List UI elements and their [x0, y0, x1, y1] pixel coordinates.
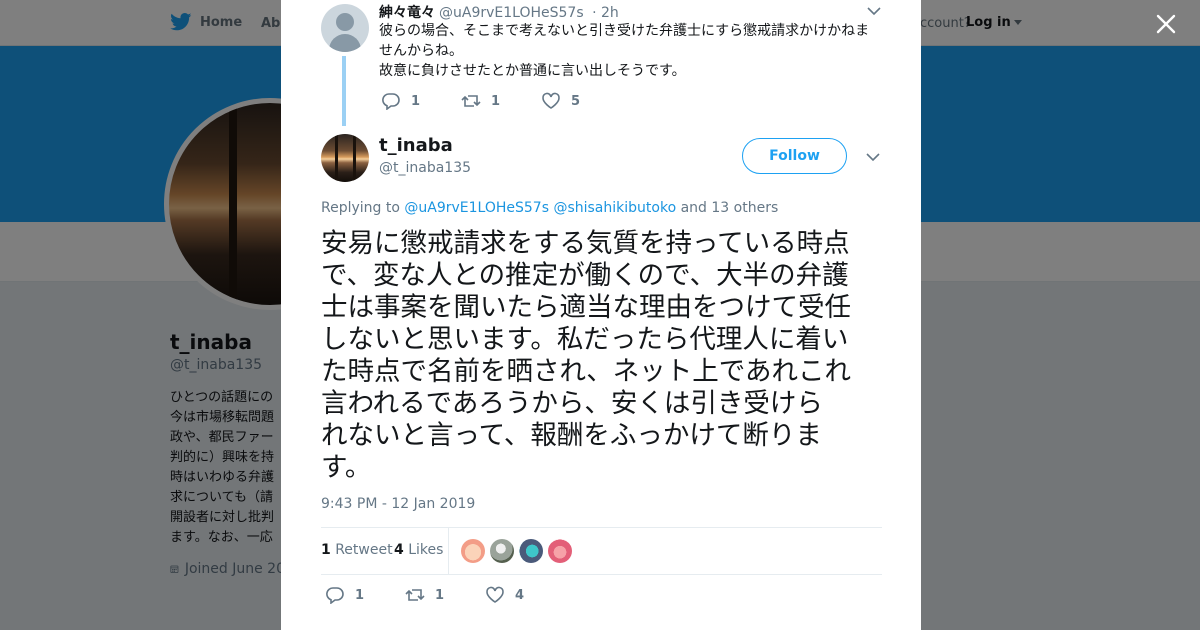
text-line: 彼らの場合、そこまで考えないと引き受けた弁護士にすら懲戒請求かけかねま [379, 23, 870, 39]
tweet-text: 安易に懲戒請求をする気質を持っている時点 で、変な人との推定が働くので、大半の弁… [321, 228, 886, 484]
retweet-stat-count: 1 [321, 542, 331, 558]
replying-others[interactable]: and 13 others [681, 200, 779, 216]
reply-button[interactable]: 1 [325, 586, 405, 604]
likes-stat-label: Likes [408, 542, 444, 558]
parent-tweet-text: 彼らの場合、そこまで考えないと引き受けた弁護士にすら懲戒請求かけかねま せんから… [379, 21, 879, 81]
heart-icon [486, 586, 504, 603]
author-name[interactable]: t_inaba [379, 135, 453, 156]
parent-author-handle[interactable]: @uA9rvE1LOHeS57s [439, 5, 584, 21]
liker-avatar[interactable] [461, 539, 485, 563]
text-line: 安易に懲戒請求をする気質を持っている時点 [321, 228, 850, 259]
liker-avatar[interactable] [490, 539, 514, 563]
stats-divider [448, 528, 449, 574]
text-line: しないと思います。私だったら代理人に着い [321, 324, 849, 355]
reply-mention-link[interactable]: @shisahikibutoko [553, 200, 676, 216]
reply-icon [326, 587, 344, 604]
liker-avatar[interactable] [519, 539, 543, 563]
close-icon[interactable] [1154, 12, 1178, 36]
text-line: せんからね。 [379, 43, 463, 59]
thread-connector-line [342, 56, 346, 126]
chevron-down-icon[interactable] [866, 152, 880, 162]
author-handle[interactable]: @t_inaba135 [379, 160, 471, 176]
parent-tweet-actions: 1 1 5 [381, 92, 621, 110]
parent-tweet-time[interactable]: · 2h [592, 5, 619, 21]
tweet-modal: 紳々竜々 @uA9rvE1LOHeS57s · 2h 彼らの場合、そこまで考えない… [281, 0, 921, 630]
avatar-body-shape [329, 34, 361, 52]
replying-prefix: Replying to [321, 200, 400, 216]
parent-tweet-header: 紳々竜々 @uA9rvE1LOHeS57s · 2h [379, 2, 619, 22]
retweet-stat-label: Retweet [335, 542, 393, 558]
text-line: れないと言って、報酬をふっかけて断りま [321, 420, 822, 451]
retweet-stat[interactable]: 1 Retweet [321, 542, 393, 558]
tweet-stats: 1 Retweet 4 Likes [321, 527, 882, 575]
like-count: 4 [515, 587, 525, 603]
avatar-post-shape [335, 134, 338, 182]
retweet-button[interactable]: 1 [461, 92, 541, 110]
text-line: す。 [321, 452, 372, 483]
chevron-down-icon[interactable] [867, 6, 881, 16]
liker-avatars [461, 539, 572, 563]
avatar-post-shape [353, 134, 356, 182]
like-button[interactable]: 4 [485, 586, 565, 604]
reply-button[interactable]: 1 [381, 92, 461, 110]
text-line: た時点で名前を晒され、ネット上であれこれ [321, 356, 851, 387]
retweet-count: 1 [435, 587, 445, 603]
liker-avatar[interactable] [548, 539, 572, 563]
tweet-actions: 1 1 4 [325, 586, 565, 604]
reply-count: 1 [411, 93, 421, 109]
likes-stat[interactable]: 4 Likes [394, 542, 443, 558]
retweet-icon [405, 589, 425, 601]
text-line: 故意に負けさせたとか普通に言い出しそうです。 [379, 63, 686, 79]
retweet-button[interactable]: 1 [405, 586, 485, 604]
reply-icon [382, 93, 400, 110]
likes-stat-count: 4 [394, 542, 404, 558]
retweet-count: 1 [491, 93, 501, 109]
heart-icon [542, 92, 560, 109]
retweet-icon [461, 95, 481, 107]
tweet-timestamp[interactable]: 9:43 PM - 12 Jan 2019 [321, 496, 475, 512]
reply-count: 1 [355, 587, 365, 603]
parent-author-name[interactable]: 紳々竜々 [379, 5, 435, 21]
text-line: で、変な人との推定が働くので、大半の弁護 [321, 260, 849, 291]
text-line: 士は事案を聞いたら適当な理由をつけて受任 [321, 292, 851, 323]
author-avatar[interactable] [321, 134, 369, 182]
like-count: 5 [571, 93, 581, 109]
reply-mention-link[interactable]: @uA9rvE1LOHeS57s [404, 200, 549, 216]
replying-to: Replying to @uA9rvE1LOHeS57s @shisahikib… [321, 200, 778, 216]
like-button[interactable]: 5 [541, 92, 621, 110]
text-line: 言われるであろうから、安くは引き受けら [321, 388, 823, 419]
avatar-head-shape [336, 13, 354, 31]
follow-button[interactable]: Follow [742, 138, 847, 174]
default-avatar[interactable] [321, 4, 369, 52]
